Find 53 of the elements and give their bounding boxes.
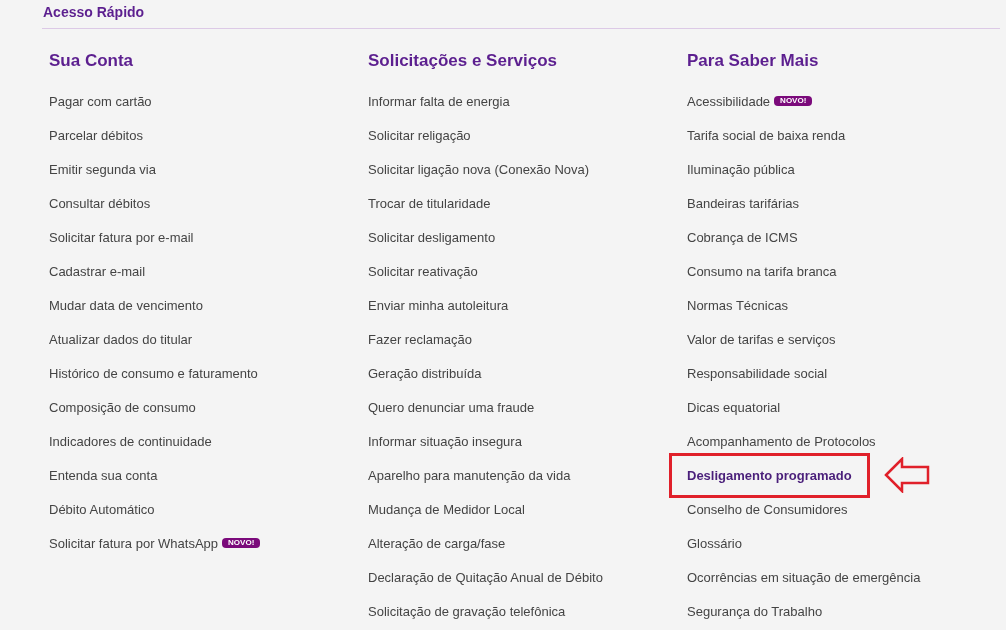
column-heading: Para Saber Mais <box>687 50 820 72</box>
link[interactable]: Histórico de consumo e faturamento <box>49 365 258 381</box>
link[interactable]: Declaração de Quitação Anual de Débito <box>368 569 603 585</box>
link[interactable]: Cadastrar e-mail <box>49 263 146 279</box>
link[interactable]: Aparelho para manutenção da vida <box>368 467 571 483</box>
link[interactable]: Quero denunciar uma fraude <box>368 399 535 415</box>
left-arrow-icon <box>883 457 930 493</box>
link[interactable]: Cobrança de ICMS <box>687 229 798 245</box>
link[interactable]: Débito Automático <box>49 501 155 517</box>
link[interactable]: Consultar débitos <box>49 195 151 211</box>
link[interactable]: Solicitar ligação nova (Conexão Nova) <box>368 161 590 177</box>
link[interactable]: Parcelar débitos <box>49 127 143 143</box>
section-title: Acesso Rápido <box>42 3 146 21</box>
link[interactable]: Alteração de carga/fase <box>368 535 506 551</box>
link[interactable]: Consumo na tarifa branca <box>687 263 837 279</box>
link[interactable]: Normas Técnicas <box>687 297 788 313</box>
link[interactable]: Valor de tarifas e serviços <box>687 331 836 347</box>
link[interactable]: Solicitação de gravação telefônica <box>368 603 566 619</box>
highlighted-link[interactable]: Desligamento programado <box>669 452 870 498</box>
link[interactable]: Composição de consumo <box>49 399 196 415</box>
link[interactable]: Enviar minha autoleitura <box>368 297 509 313</box>
link[interactable]: Geração distribuída <box>368 365 482 381</box>
link[interactable]: Informar situação insegura <box>368 433 522 449</box>
link[interactable]: Segurança do Trabalho <box>687 603 823 619</box>
link[interactable]: Conselho de Consumidores <box>687 501 848 517</box>
link[interactable]: Mudança de Medidor Local <box>368 501 525 517</box>
column-heading: Solicitações e Serviços <box>368 50 558 72</box>
link[interactable]: Glossário <box>687 535 742 551</box>
link[interactable]: Trocar de titularidade <box>368 195 491 211</box>
link[interactable]: Dicas equatorial <box>687 399 781 415</box>
link[interactable]: Solicitar religação <box>368 127 471 143</box>
link[interactable]: Solicitar reativação <box>368 263 478 279</box>
link[interactable]: Entenda sua conta <box>49 467 158 483</box>
link[interactable]: Fazer reclamação <box>368 331 473 347</box>
link[interactable]: Acompanhamento de Protocolos <box>687 433 876 449</box>
link[interactable]: Bandeiras tarifárias <box>687 195 799 211</box>
column-heading: Sua Conta <box>49 50 135 72</box>
new-badge: NOVO! <box>222 538 261 548</box>
link[interactable]: Informar falta de energia <box>368 93 510 109</box>
link[interactable]: Solicitar desligamento <box>368 229 496 245</box>
link[interactable]: Solicitar fatura por e-mail <box>49 229 194 245</box>
link[interactable]: Ocorrências em situação de emergência <box>687 569 921 585</box>
link[interactable]: Mudar data de vencimento <box>49 297 203 313</box>
new-badge: NOVO! <box>774 96 813 106</box>
link[interactable]: Acessibilidade <box>687 93 771 109</box>
link[interactable]: Emitir segunda via <box>49 161 156 177</box>
link[interactable]: Responsabilidade social <box>687 365 828 381</box>
link[interactable]: Iluminação pública <box>687 161 795 177</box>
link[interactable]: Tarifa social de baixa renda <box>687 127 846 143</box>
link[interactable]: Pagar com cartão <box>49 93 152 109</box>
link[interactable]: Atualizar dados do titular <box>49 331 193 347</box>
link[interactable]: Solicitar fatura por WhatsApp <box>49 535 219 551</box>
link[interactable]: Indicadores de continuidade <box>49 433 212 449</box>
